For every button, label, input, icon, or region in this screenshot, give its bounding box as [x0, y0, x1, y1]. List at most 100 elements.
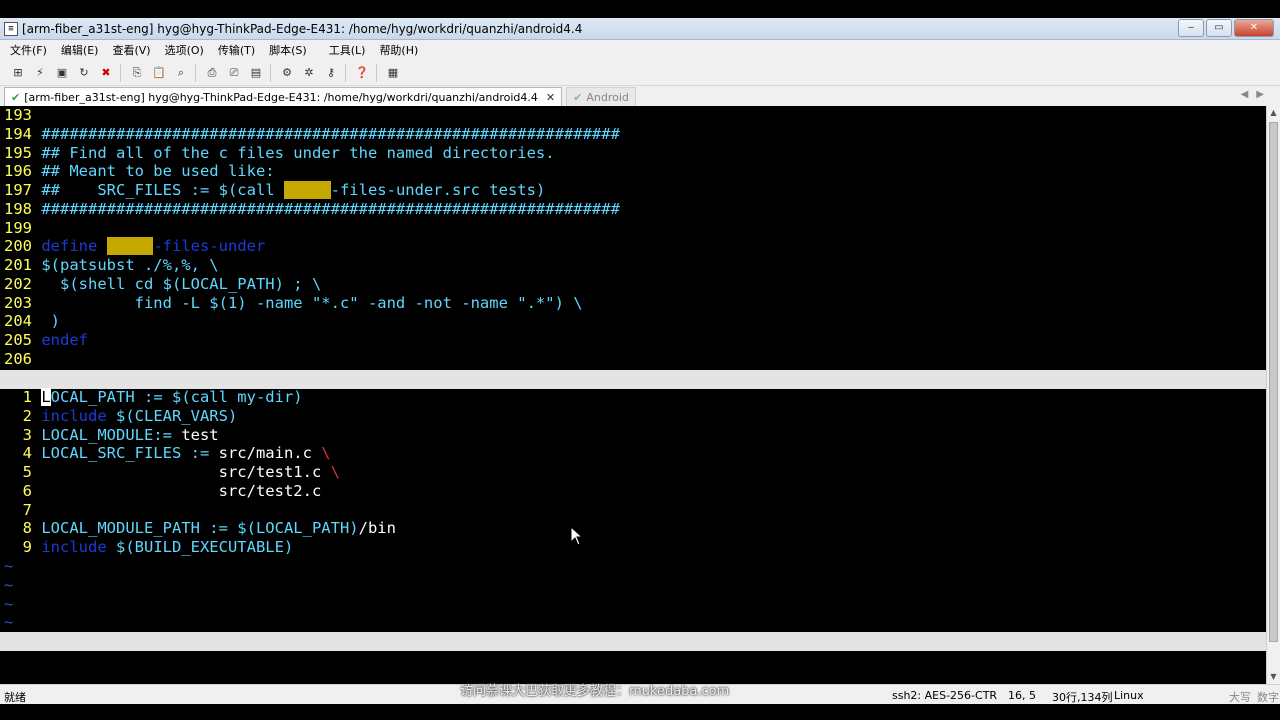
print-setup-icon[interactable]: ⎚	[226, 65, 242, 81]
line-number: 202	[4, 274, 42, 293]
code-segment: ## Find all of the c files under the nam…	[41, 143, 555, 162]
minimize-button[interactable]: ‒	[1178, 19, 1204, 37]
code-segment: $(BUILD_EXECUTABLE)	[106, 538, 294, 556]
code-segment: all-c	[283, 181, 331, 199]
menu-transfer[interactable]: 传输(T)	[218, 42, 255, 58]
code-segment: /bin	[358, 519, 396, 538]
connected-check-icon: ✔	[11, 90, 21, 104]
paste-icon[interactable]: 📋	[151, 65, 167, 81]
code-segment: OCAL_PATH := $(call my-dir)	[50, 388, 303, 406]
toolbar-separator	[195, 63, 196, 82]
menu-file[interactable]: 文件(F)	[10, 42, 47, 58]
vim-statusline-bottom: external/test/Android.mk 1,1 全部	[0, 632, 1266, 684]
code-segment: LOCAL_SRC_FILES :=	[41, 444, 219, 463]
code-segment: -files-under	[153, 237, 266, 256]
code-segment: LOCAL_MODULE_PATH := $(LOCAL_PATH)	[41, 519, 359, 538]
terminal-icon: ≡	[4, 21, 18, 36]
connect-tab-icon[interactable]: ▣	[54, 65, 70, 81]
line-number: 6	[4, 481, 42, 500]
code-segment: src/test1.c	[218, 463, 331, 481]
watermark: 访问慕课大巴获取更多教程：mukedaba.com	[460, 684, 730, 699]
tab-label: [arm-fiber_a31st-eng] hyg@hyg-ThinkPad-E…	[24, 90, 538, 104]
scroll-thumb[interactable]	[1269, 122, 1278, 642]
code-line: 198 ####################################…	[4, 200, 620, 219]
quick-connect-icon[interactable]: ⚡	[32, 65, 48, 81]
print-icon[interactable]: ⎙	[204, 65, 220, 81]
toolbar: ⊞ ⚡ ▣ ↻ ✖ ⎘ 📋 ⌕ ⎙ ⎚ ▤ ⚙ ✲ ⚷ ❓ ▦	[0, 60, 1280, 86]
mouse-pointer-icon	[570, 526, 584, 546]
reconnect-icon[interactable]: ↻	[76, 65, 92, 81]
status-num: 数字	[1257, 691, 1279, 704]
tab-session-active[interactable]: ✔ [arm-fiber_a31st-eng] hyg@hyg-ThinkPad…	[4, 87, 563, 106]
code-segment: ########################################…	[41, 199, 620, 218]
code-line: 195 ## Find all of the c files under the…	[4, 144, 555, 163]
help-icon[interactable]: ❓	[354, 65, 370, 81]
code-segment: $(CLEAR_VARS)	[106, 406, 238, 425]
menu-help[interactable]: 帮助(H)	[379, 42, 418, 58]
code-line: 7	[4, 501, 41, 520]
status-os: Linux	[1114, 689, 1144, 702]
line-number: 4	[4, 444, 42, 463]
scroll-up-icon[interactable]: ▲	[1267, 106, 1280, 120]
scroll-down-icon[interactable]: ▼	[1267, 670, 1280, 684]
code-segment: include	[41, 406, 107, 425]
status-size: 30行,134列	[1052, 691, 1113, 704]
copy-icon[interactable]: ⎘	[129, 65, 145, 81]
vertical-scrollbar[interactable]: ▲ ▼	[1266, 106, 1280, 684]
print-screen-icon[interactable]: ▤	[248, 65, 264, 81]
keymap-icon[interactable]: ✲	[301, 65, 317, 81]
session-options-icon[interactable]: ⚙	[279, 65, 295, 81]
empty-line-tilde: ~	[4, 613, 14, 632]
empty-line-tilde: ~	[4, 557, 14, 575]
menu-options[interactable]: 选项(O)	[165, 42, 204, 58]
window-controls: ‒ ▭ ✕	[1178, 19, 1274, 37]
code-segment: ## Meant to be used like:	[41, 162, 275, 181]
maximize-button[interactable]: ▭	[1206, 19, 1232, 37]
sftp-icon[interactable]: ⚷	[323, 65, 339, 81]
line-number: 193	[4, 106, 42, 124]
code-line: 206	[4, 350, 41, 369]
code-line: 8 LOCAL_MODULE_PATH := $(LOCAL_PATH)/bin	[4, 519, 396, 538]
tab-close-icon[interactable]: ✕	[546, 91, 555, 104]
code-segment: define	[41, 237, 107, 256]
status-ready: 就绪	[4, 691, 26, 704]
menu-tools[interactable]: 工具(L)	[329, 42, 366, 58]
close-button[interactable]: ✕	[1234, 19, 1274, 37]
statusline-position: 203,33	[1093, 408, 1149, 426]
line-number: 205	[4, 331, 42, 349]
code-line: 204 )	[4, 312, 60, 331]
menu-view[interactable]: 查看(V)	[112, 42, 150, 58]
line-number: 195	[4, 143, 42, 162]
code-line: 2 include $(CLEAR_VARS)	[4, 406, 238, 426]
line-number: 197	[4, 181, 42, 199]
tab-scroll-arrows[interactable]: ◀▶	[1241, 89, 1272, 100]
empty-line-tilde: ~	[4, 594, 14, 613]
terminal-area[interactable]: 193 194 ################################…	[0, 106, 1266, 684]
status-encryption: ssh2: AES-256-CTR	[892, 689, 998, 702]
line-number: 2	[4, 406, 42, 425]
code-segment: all-c	[106, 237, 154, 256]
code-segment: $(shell cd $(LOCAL_PATH) ; \	[41, 274, 322, 293]
new-session-icon[interactable]: ⊞	[10, 65, 26, 81]
code-segment: src/test2.c	[218, 481, 322, 500]
disconnect-icon[interactable]: ✖	[98, 65, 114, 81]
find-icon[interactable]: ⌕	[173, 65, 189, 81]
line-number: 1	[4, 388, 42, 406]
code-line: 6 src/test2.c	[4, 481, 322, 501]
line-number: 203	[4, 293, 42, 312]
line-number: 201	[4, 256, 42, 274]
toolbar-separator	[376, 63, 377, 82]
line-number: 196	[4, 162, 42, 181]
tab-android[interactable]: ✔ Android	[566, 87, 636, 106]
status-caps: 大写	[1229, 691, 1251, 704]
statusline-position: 1,1	[1093, 670, 1121, 684]
toolbar-separator	[120, 63, 121, 82]
code-segment: $(patsubst ./%,%, \	[41, 256, 219, 274]
menu-script[interactable]: 脚本(S)	[269, 42, 307, 58]
code-segment: find -L $(1) -name "*.c" -and -not -name…	[41, 293, 583, 312]
menu-edit[interactable]: 编辑(E)	[61, 42, 99, 58]
code-line: 200 define all-c-files-under	[4, 237, 265, 256]
code-segment: endef	[41, 331, 88, 349]
lock-icon[interactable]: ▦	[385, 65, 401, 81]
